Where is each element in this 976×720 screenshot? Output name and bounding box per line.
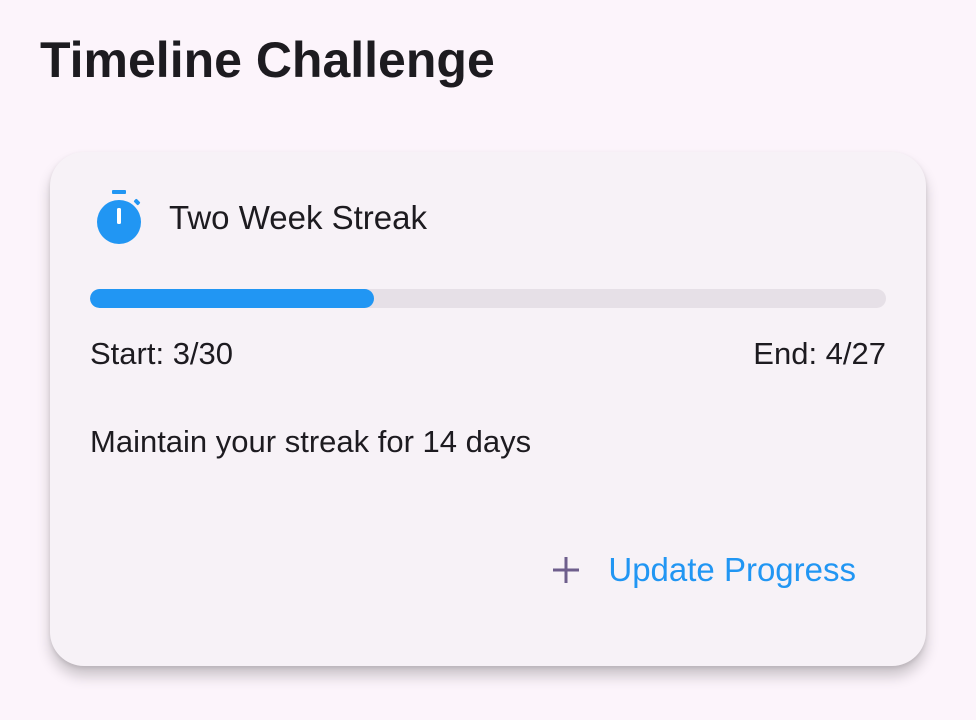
end-date: End: 4/27	[753, 336, 886, 371]
challenge-description: Maintain your streak for 14 days	[90, 424, 532, 459]
timer-icon	[96, 190, 142, 246]
challenge-name: Two Week Streak	[169, 199, 427, 236]
page-title: Timeline Challenge	[40, 32, 495, 88]
update-progress-button[interactable]: Update Progress	[552, 540, 856, 600]
progress-bar-fill	[90, 289, 375, 308]
challenge-card: Two Week Streak Start: 3/30 End: 4/27 Ma…	[50, 152, 926, 666]
plus-icon	[552, 556, 580, 584]
card-header: Two Week Streak	[96, 190, 427, 246]
progress-bar	[90, 289, 886, 308]
date-range: Start: 3/30 End: 4/27	[90, 330, 886, 378]
start-date: Start: 3/30	[90, 336, 234, 371]
update-progress-label: Update Progress	[608, 551, 856, 588]
